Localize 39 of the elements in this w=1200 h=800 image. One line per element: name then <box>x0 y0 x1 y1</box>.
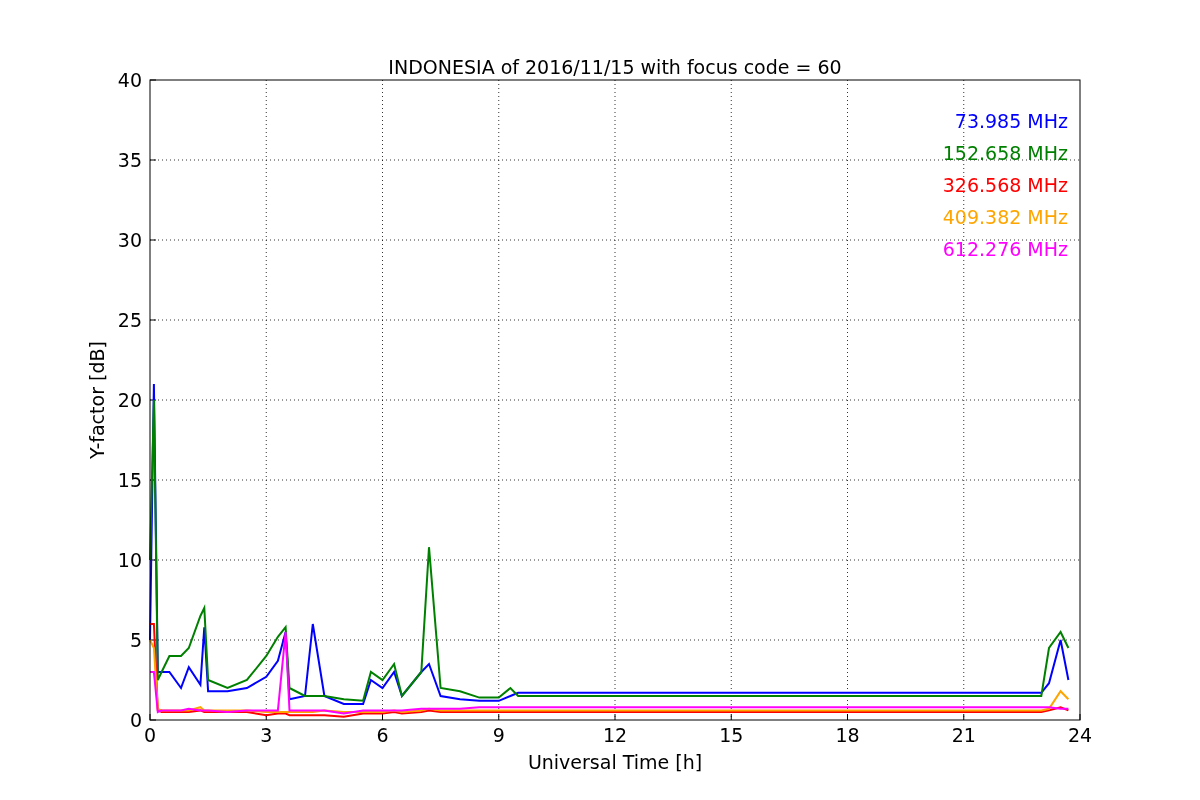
x-tick-label: 12 <box>602 724 628 746</box>
x-tick-label: 6 <box>376 724 389 746</box>
tick-mark <box>614 713 616 721</box>
y-tick-label: 40 <box>117 69 142 91</box>
tick-mark <box>149 559 157 561</box>
y-tick-label: 10 <box>117 549 142 571</box>
tick-mark <box>149 319 157 321</box>
legend-label: 326.568 MHz <box>942 174 1068 196</box>
tick-mark <box>149 239 157 241</box>
x-tick-label: 15 <box>719 724 744 746</box>
x-tick-label: 24 <box>1067 724 1093 746</box>
x-tick-label: 0 <box>143 724 157 746</box>
legend-label: 73.985 MHz <box>954 110 1068 132</box>
chart-title: INDONESIA of 2016/11/15 with focus code = 60 <box>388 56 842 78</box>
tick-mark <box>265 713 267 721</box>
tick-mark <box>498 713 500 721</box>
y-tick-label: 35 <box>117 149 142 171</box>
y-tick-label: 0 <box>129 709 142 731</box>
tick-mark <box>963 713 965 721</box>
y-tick-label: 20 <box>117 389 142 411</box>
y-axis-label: Y-factor [dB] <box>86 341 108 459</box>
tick-mark <box>382 713 383 721</box>
legend-label: 409.382 MHz <box>942 206 1068 228</box>
tick-mark <box>149 159 157 161</box>
legend-label: 152.658 MHz <box>942 142 1068 164</box>
tick-mark <box>730 713 732 721</box>
x-tick-label: 18 <box>835 724 860 746</box>
tick-mark <box>149 399 157 401</box>
y-tick-label: 15 <box>117 469 142 491</box>
x-tick-label: 3 <box>260 724 273 746</box>
y-tick-label: 5 <box>129 629 142 651</box>
legend-label: 612.276 MHz <box>942 238 1068 260</box>
tick-mark <box>847 713 848 721</box>
y-tick-label: 25 <box>117 309 142 331</box>
x-axis-label: Universal Time [h] <box>527 751 703 773</box>
tick-mark <box>149 639 157 641</box>
x-tick-label: 21 <box>951 724 976 746</box>
y-tick-label: 30 <box>117 229 142 251</box>
x-tick-label: 9 <box>492 724 505 746</box>
